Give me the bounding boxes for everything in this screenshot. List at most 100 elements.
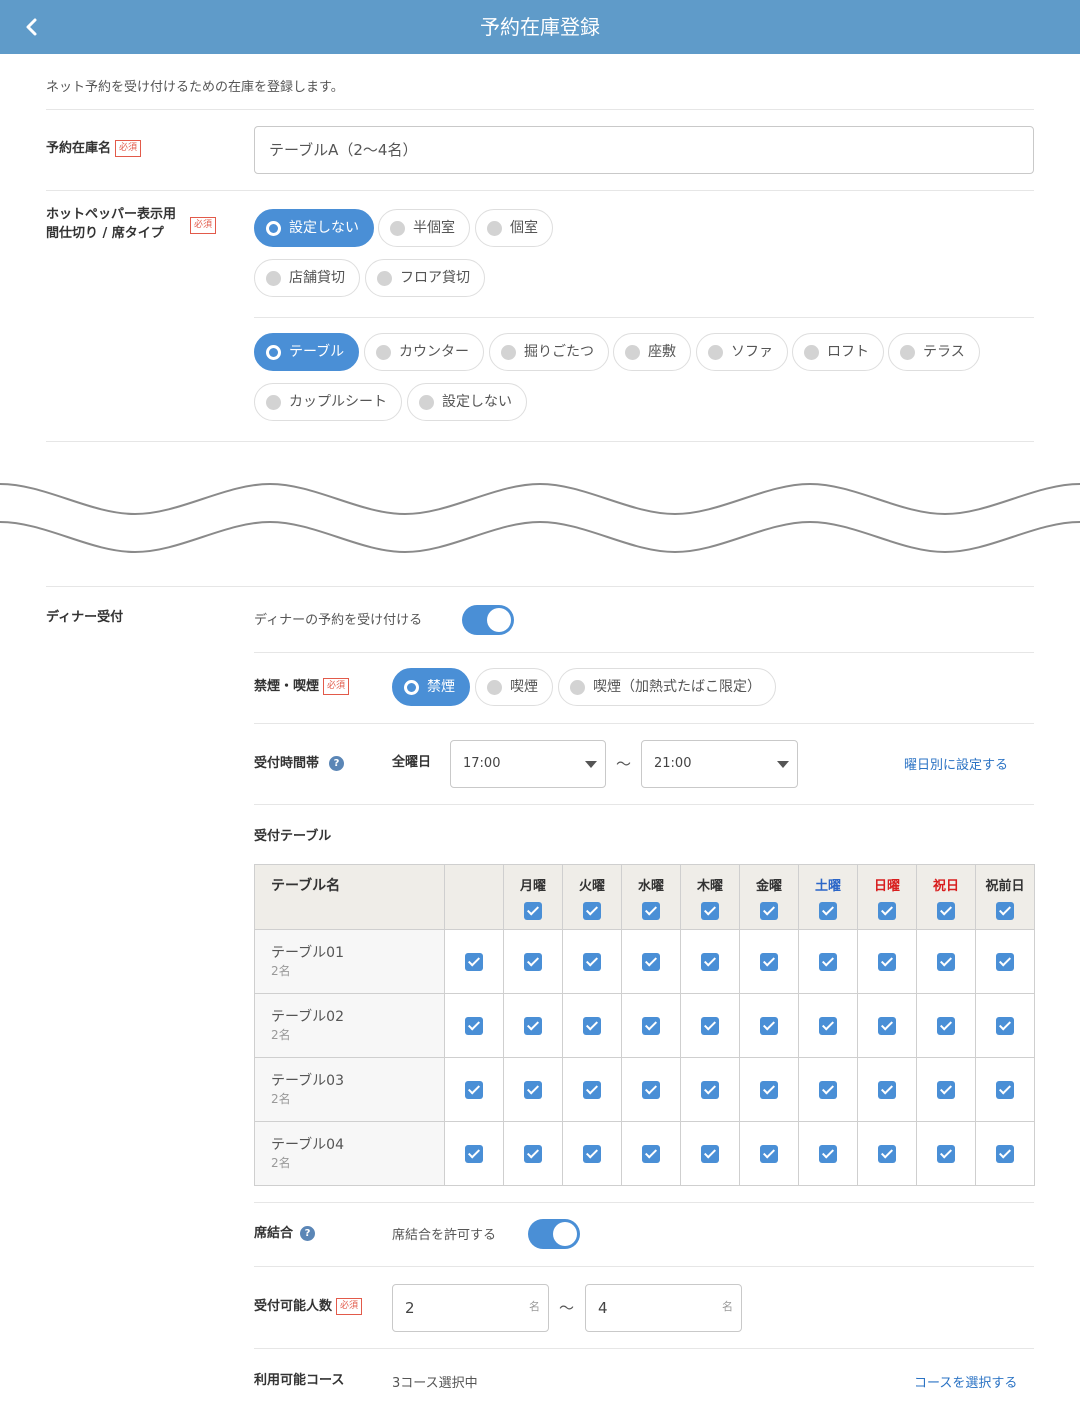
day-checkbox[interactable] <box>701 953 719 972</box>
day-checkbox[interactable] <box>819 1017 837 1036</box>
day-cell <box>621 929 681 994</box>
day-checkbox[interactable] <box>642 1017 660 1036</box>
day-all-checkbox[interactable] <box>878 902 896 920</box>
seat-option-table[interactable]: テーブル <box>254 333 360 371</box>
dinner-toggle[interactable] <box>462 605 514 635</box>
radio-icon <box>266 221 281 236</box>
seat-option-couple-seat[interactable]: カップルシート <box>254 383 402 421</box>
day-checkbox[interactable] <box>878 953 896 972</box>
day-checkbox[interactable] <box>642 953 660 972</box>
day-checkbox[interactable] <box>760 1145 778 1164</box>
day-cell <box>798 993 858 1058</box>
intro-text: ネット予約を受け付けるための在庫を登録します。 <box>46 80 344 95</box>
day-all-checkbox[interactable] <box>524 902 542 920</box>
day-checkbox[interactable] <box>701 1145 719 1164</box>
day-all-checkbox[interactable] <box>819 902 837 920</box>
partition-option-private[interactable]: 個室 <box>475 209 553 247</box>
row-all-checkbox[interactable] <box>465 1081 483 1100</box>
chip-label: カウンター <box>399 344 469 360</box>
day-checkbox[interactable] <box>583 1145 601 1164</box>
day-checkbox[interactable] <box>583 1081 601 1100</box>
combine-help-icon[interactable]: ? <box>300 1226 315 1241</box>
day-checkbox[interactable] <box>524 1145 542 1164</box>
day-checkbox[interactable] <box>760 1017 778 1036</box>
partition-option-store-charter[interactable]: 店舗貸切 <box>254 259 360 297</box>
day-checkbox[interactable] <box>996 1081 1014 1100</box>
start-time-select[interactable]: 17:00 <box>450 740 606 788</box>
toggle-knob <box>487 608 511 632</box>
day-all-checkbox[interactable] <box>701 902 719 920</box>
day-cell <box>680 1121 740 1186</box>
day-checkbox[interactable] <box>878 1017 896 1036</box>
page-title: 予約在庫登録 <box>480 15 600 39</box>
party-size-max-input[interactable]: 4名 <box>585 1284 742 1332</box>
select-courses-link[interactable]: コースを選択する <box>914 1372 1017 1391</box>
day-checkbox[interactable] <box>524 1017 542 1036</box>
day-checkbox[interactable] <box>583 1017 601 1036</box>
radio-icon <box>501 345 516 360</box>
courses-label: 利用可能コース <box>254 1373 345 1388</box>
smoking-option-heated-tobacco[interactable]: 喫煙（加熱式たばこ限定） <box>558 668 776 706</box>
toggle-knob <box>553 1222 577 1246</box>
day-label: 水曜 <box>637 879 664 894</box>
day-cell <box>621 993 681 1058</box>
day-checkbox[interactable] <box>878 1081 896 1100</box>
end-time-select[interactable]: 21:00 <box>641 740 798 788</box>
day-checkbox[interactable] <box>642 1081 660 1100</box>
seat-option-terrace[interactable]: テラス <box>888 333 980 371</box>
day-checkbox[interactable] <box>937 953 955 972</box>
day-checkbox[interactable] <box>878 1145 896 1164</box>
day-checkbox[interactable] <box>819 1081 837 1100</box>
partition-option-floor-charter[interactable]: フロア貸切 <box>365 259 485 297</box>
day-all-checkbox[interactable] <box>642 902 660 920</box>
chip-label: 喫煙（加熱式たばこ限定） <box>593 679 761 695</box>
smoking-option-no-smoking[interactable]: 禁煙 <box>392 668 470 706</box>
seat-option-horigotatsu[interactable]: 掘りごたつ <box>489 333 609 371</box>
day-checkbox[interactable] <box>701 1017 719 1036</box>
day-all-checkbox[interactable] <box>760 902 778 920</box>
day-cell <box>503 993 563 1058</box>
set-by-weekday-link[interactable]: 曜日別に設定する <box>904 754 1008 773</box>
day-checkbox[interactable] <box>937 1145 955 1164</box>
day-checkbox[interactable] <box>524 1081 542 1100</box>
partition-option-none[interactable]: 設定しない <box>254 209 374 247</box>
day-cell <box>857 993 917 1058</box>
day-checkbox[interactable] <box>760 953 778 972</box>
radio-icon <box>625 345 640 360</box>
day-label: 火曜 <box>578 879 605 894</box>
day-checkbox[interactable] <box>583 953 601 972</box>
day-checkbox[interactable] <box>996 1145 1014 1164</box>
day-all-checkbox[interactable] <box>996 902 1014 920</box>
smoking-option-smoking[interactable]: 喫煙 <box>475 668 553 706</box>
day-checkbox[interactable] <box>819 953 837 972</box>
party-size-min-input[interactable]: 2名 <box>392 1284 549 1332</box>
seat-option-sofa[interactable]: ソファ <box>696 333 788 371</box>
day-checkbox[interactable] <box>937 1081 955 1100</box>
day-checkbox[interactable] <box>701 1081 719 1100</box>
day-checkbox[interactable] <box>996 1017 1014 1036</box>
inventory-name-input[interactable]: テーブルA（2〜4名） <box>254 126 1034 174</box>
table-name-cell: テーブル01 2名 <box>254 929 445 994</box>
seat-option-none[interactable]: 設定しない <box>407 383 527 421</box>
day-checkbox[interactable] <box>996 953 1014 972</box>
day-all-checkbox[interactable] <box>937 902 955 920</box>
day-checkbox[interactable] <box>819 1145 837 1164</box>
row-all-checkbox[interactable] <box>465 953 483 972</box>
day-all-checkbox[interactable] <box>583 902 601 920</box>
partition-option-semi-private[interactable]: 半個室 <box>378 209 470 247</box>
wave-decoration <box>0 482 1080 554</box>
row-all-checkbox[interactable] <box>465 1145 483 1164</box>
day-checkbox[interactable] <box>937 1017 955 1036</box>
seat-option-loft[interactable]: ロフト <box>792 333 884 371</box>
day-checkbox[interactable] <box>760 1081 778 1100</box>
seat-option-counter[interactable]: カウンター <box>364 333 484 371</box>
chip-label: カップルシート <box>289 394 387 410</box>
day-checkbox[interactable] <box>642 1145 660 1164</box>
hours-help-icon[interactable]: ? <box>329 756 344 771</box>
combine-toggle[interactable] <box>528 1219 580 1249</box>
day-checkbox[interactable] <box>524 953 542 972</box>
seat-option-zashiki[interactable]: 座敷 <box>613 333 691 371</box>
row-all-checkbox[interactable] <box>465 1017 483 1036</box>
day-cell <box>857 1121 917 1186</box>
day-label: 金曜 <box>755 879 782 894</box>
